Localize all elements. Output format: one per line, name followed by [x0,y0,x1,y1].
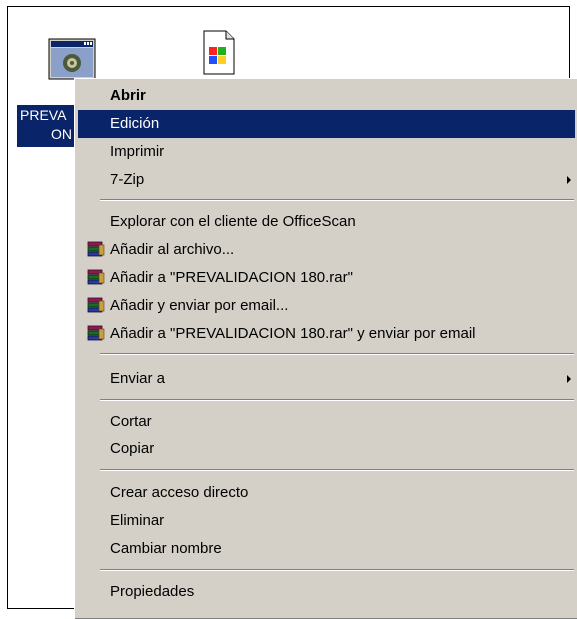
submenu-arrow-icon [567,375,571,383]
winrar-icon [87,325,105,341]
menu-item-edicion[interactable]: Edición [78,110,575,138]
menu-item-anadir-enviar-email[interactable]: Añadir y enviar por email... [78,292,575,320]
menu-item-anadir-rar[interactable]: Añadir a "PREVALIDACION 180.rar" [78,264,575,292]
menu-separator [100,199,574,201]
menu-item-anadir-rar-enviar-email[interactable]: Añadir a "PREVALIDACION 180.rar" y envia… [78,320,575,348]
document-icon[interactable] [200,30,238,76]
icon-label-line2: ON [51,126,72,142]
menu-item-propiedades[interactable]: Propiedades [78,578,575,606]
menu-separator [100,469,574,471]
application-icon[interactable] [48,38,98,82]
menu-item-explorar-officescan[interactable]: Explorar con el cliente de OfficeScan [78,208,575,236]
menu-item-copiar[interactable]: Copiar [78,435,575,463]
menu-item-abrir[interactable]: Abrir [78,82,575,110]
winrar-icon [87,241,105,257]
menu-separator [100,399,574,401]
winrar-icon [87,297,105,313]
menu-item-imprimir[interactable]: Imprimir [78,138,575,166]
menu-item-cambiar-nombre[interactable]: Cambiar nombre [78,535,575,563]
submenu-arrow-icon [567,176,571,184]
icon-label-line1: PREVA [20,107,67,123]
menu-separator [100,353,574,355]
menu-item-crear-acceso-directo[interactable]: Crear acceso directo [78,479,575,507]
menu-item-enviar-a[interactable]: Enviar a [78,365,575,393]
menu-item-eliminar[interactable]: Eliminar [78,507,575,535]
menu-item-anadir-archivo[interactable]: Añadir al archivo... [78,236,575,264]
winrar-icon [87,269,105,285]
menu-item-cortar[interactable]: Cortar [78,408,575,436]
context-menu: Abrir Edición Imprimir 7-Zip Explorar co… [74,78,577,619]
menu-separator [100,569,574,571]
menu-item-7zip[interactable]: 7-Zip [78,166,575,194]
